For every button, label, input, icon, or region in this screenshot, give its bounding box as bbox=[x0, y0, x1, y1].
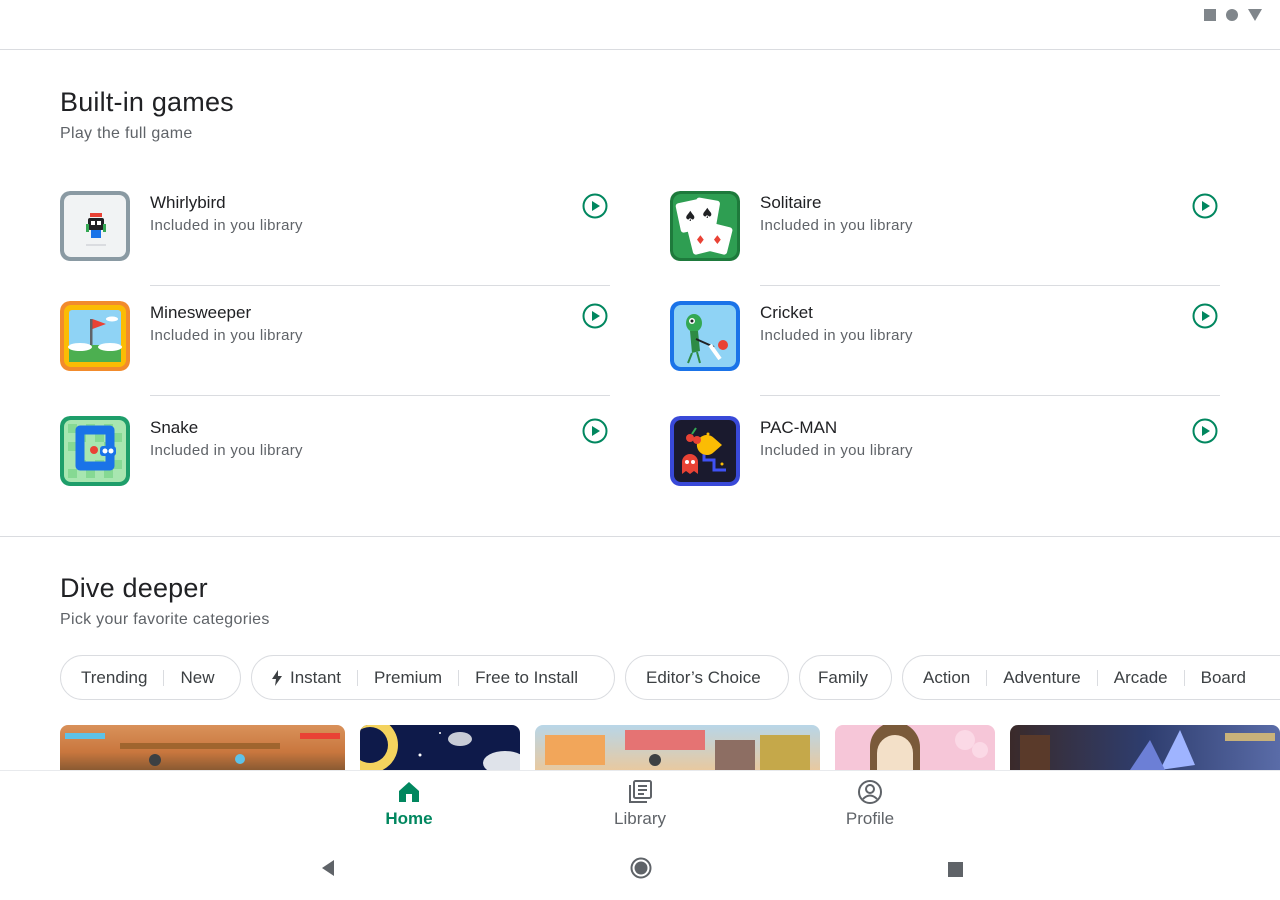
chip-group-install: Instant Premium Free to Install bbox=[251, 655, 615, 700]
divider bbox=[760, 395, 1220, 396]
system-nav bbox=[0, 845, 1280, 900]
nav-profile-label: Profile bbox=[845, 809, 895, 828]
chip-free-to-install[interactable]: Free to Install bbox=[471, 668, 582, 688]
svg-text:♠: ♠ bbox=[701, 206, 714, 222]
game-subtitle: Included in you library bbox=[150, 217, 303, 234]
game-thumbnail[interactable] bbox=[535, 725, 820, 770]
nav-home-label: Home bbox=[385, 809, 433, 828]
game-item-cricket[interactable]: Cricket Included in you library bbox=[670, 301, 1230, 391]
game-item-pacman[interactable]: PAC-MAN Included in you library bbox=[670, 416, 1230, 506]
game-subtitle: Included in you library bbox=[760, 217, 913, 234]
pacman-icon bbox=[670, 416, 740, 486]
chip-separator bbox=[163, 669, 165, 686]
library-icon bbox=[629, 780, 652, 803]
game-item-solitaire[interactable]: ♠ ♠ ♦ ♦ Solitaire Included in you librar… bbox=[670, 191, 1230, 281]
chip-group-trending: Trending New bbox=[60, 655, 241, 700]
home-button-icon[interactable] bbox=[630, 857, 652, 879]
status-icons bbox=[1204, 9, 1262, 21]
game-name: Snake bbox=[150, 418, 199, 437]
divider bbox=[760, 285, 1220, 286]
game-name: Solitaire bbox=[760, 193, 822, 212]
nav-home[interactable]: Home bbox=[349, 779, 469, 829]
game-item-whirlybird[interactable]: Whirlybird Included in you library bbox=[60, 191, 620, 281]
recents-icon[interactable] bbox=[948, 862, 963, 877]
divider bbox=[150, 395, 610, 396]
minesweeper-icon bbox=[60, 301, 130, 371]
circle-icon bbox=[1226, 9, 1238, 21]
chip-group-editors: Editor’s Choice bbox=[625, 655, 789, 700]
game-thumbnail[interactable] bbox=[1010, 725, 1280, 770]
dive-title: Dive deeper bbox=[60, 573, 208, 603]
divider bbox=[150, 285, 610, 286]
profile-icon bbox=[858, 780, 882, 804]
snake-icon bbox=[60, 416, 130, 486]
play-icon[interactable] bbox=[1192, 303, 1218, 329]
chip-adventure[interactable]: Adventure bbox=[999, 668, 1085, 688]
chip-group-genres: Action Adventure Arcade Board bbox=[902, 655, 1280, 700]
game-item-minesweeper[interactable]: Minesweeper Included in you library bbox=[60, 301, 620, 391]
game-thumbnail[interactable] bbox=[835, 725, 995, 770]
builtin-subtitle: Play the full game bbox=[60, 125, 193, 142]
chip-separator bbox=[1096, 669, 1098, 686]
play-icon[interactable] bbox=[582, 193, 608, 219]
game-thumbnail[interactable] bbox=[60, 725, 345, 770]
svg-text:♦: ♦ bbox=[712, 233, 723, 247]
solitaire-icon: ♠ ♠ ♦ ♦ bbox=[670, 191, 740, 261]
game-subtitle: Included in you library bbox=[760, 327, 913, 344]
game-thumbnail[interactable] bbox=[360, 725, 520, 770]
game-name: Cricket bbox=[760, 303, 813, 322]
whirlybird-icon bbox=[60, 191, 130, 261]
game-name: Whirlybird bbox=[150, 193, 226, 212]
nav-profile[interactable]: Profile bbox=[810, 779, 930, 829]
dive-subtitle: Pick your favorite categories bbox=[60, 611, 270, 628]
chip-instant-label: Instant bbox=[290, 667, 342, 687]
chip-separator bbox=[1183, 669, 1185, 686]
game-name: Minesweeper bbox=[150, 303, 252, 322]
chip-editors-choice[interactable]: Editor’s Choice bbox=[642, 668, 765, 688]
chip-arcade[interactable]: Arcade bbox=[1110, 668, 1172, 688]
svg-text:♦: ♦ bbox=[695, 233, 706, 247]
builtin-title: Built-in games bbox=[60, 87, 234, 117]
game-subtitle: Included in you library bbox=[760, 442, 913, 459]
chip-separator bbox=[357, 669, 359, 686]
game-subtitle: Included in you library bbox=[150, 327, 303, 344]
svg-text:♠: ♠ bbox=[684, 209, 697, 225]
home-icon bbox=[399, 782, 419, 802]
chip-action[interactable]: Action bbox=[919, 668, 974, 688]
game-item-snake[interactable]: Snake Included in you library bbox=[60, 416, 620, 506]
chip-separator bbox=[986, 669, 988, 686]
play-icon[interactable] bbox=[582, 418, 608, 444]
play-icon[interactable] bbox=[1192, 193, 1218, 219]
nav-library[interactable]: Library bbox=[580, 779, 700, 829]
play-icon[interactable] bbox=[1192, 418, 1218, 444]
chip-group-family: Family bbox=[799, 655, 892, 700]
chip-premium[interactable]: Premium bbox=[370, 668, 446, 688]
triangle-icon bbox=[1248, 9, 1262, 21]
game-name: PAC-MAN bbox=[760, 418, 838, 437]
section-divider bbox=[0, 536, 1280, 537]
square-icon bbox=[1204, 9, 1216, 21]
back-icon[interactable] bbox=[320, 859, 336, 877]
chip-instant[interactable]: Instant bbox=[268, 668, 345, 688]
chip-separator bbox=[458, 669, 460, 686]
play-icon[interactable] bbox=[582, 303, 608, 329]
nav-library-label: Library bbox=[614, 809, 666, 828]
bolt-icon bbox=[272, 669, 282, 686]
chip-board[interactable]: Board bbox=[1197, 668, 1250, 688]
chip-trending[interactable]: Trending bbox=[77, 668, 151, 688]
game-subtitle: Included in you library bbox=[150, 442, 303, 459]
status-bar bbox=[0, 0, 1280, 50]
chip-family[interactable]: Family bbox=[814, 668, 872, 688]
chip-new[interactable]: New bbox=[176, 668, 218, 688]
cricket-icon bbox=[670, 301, 740, 371]
